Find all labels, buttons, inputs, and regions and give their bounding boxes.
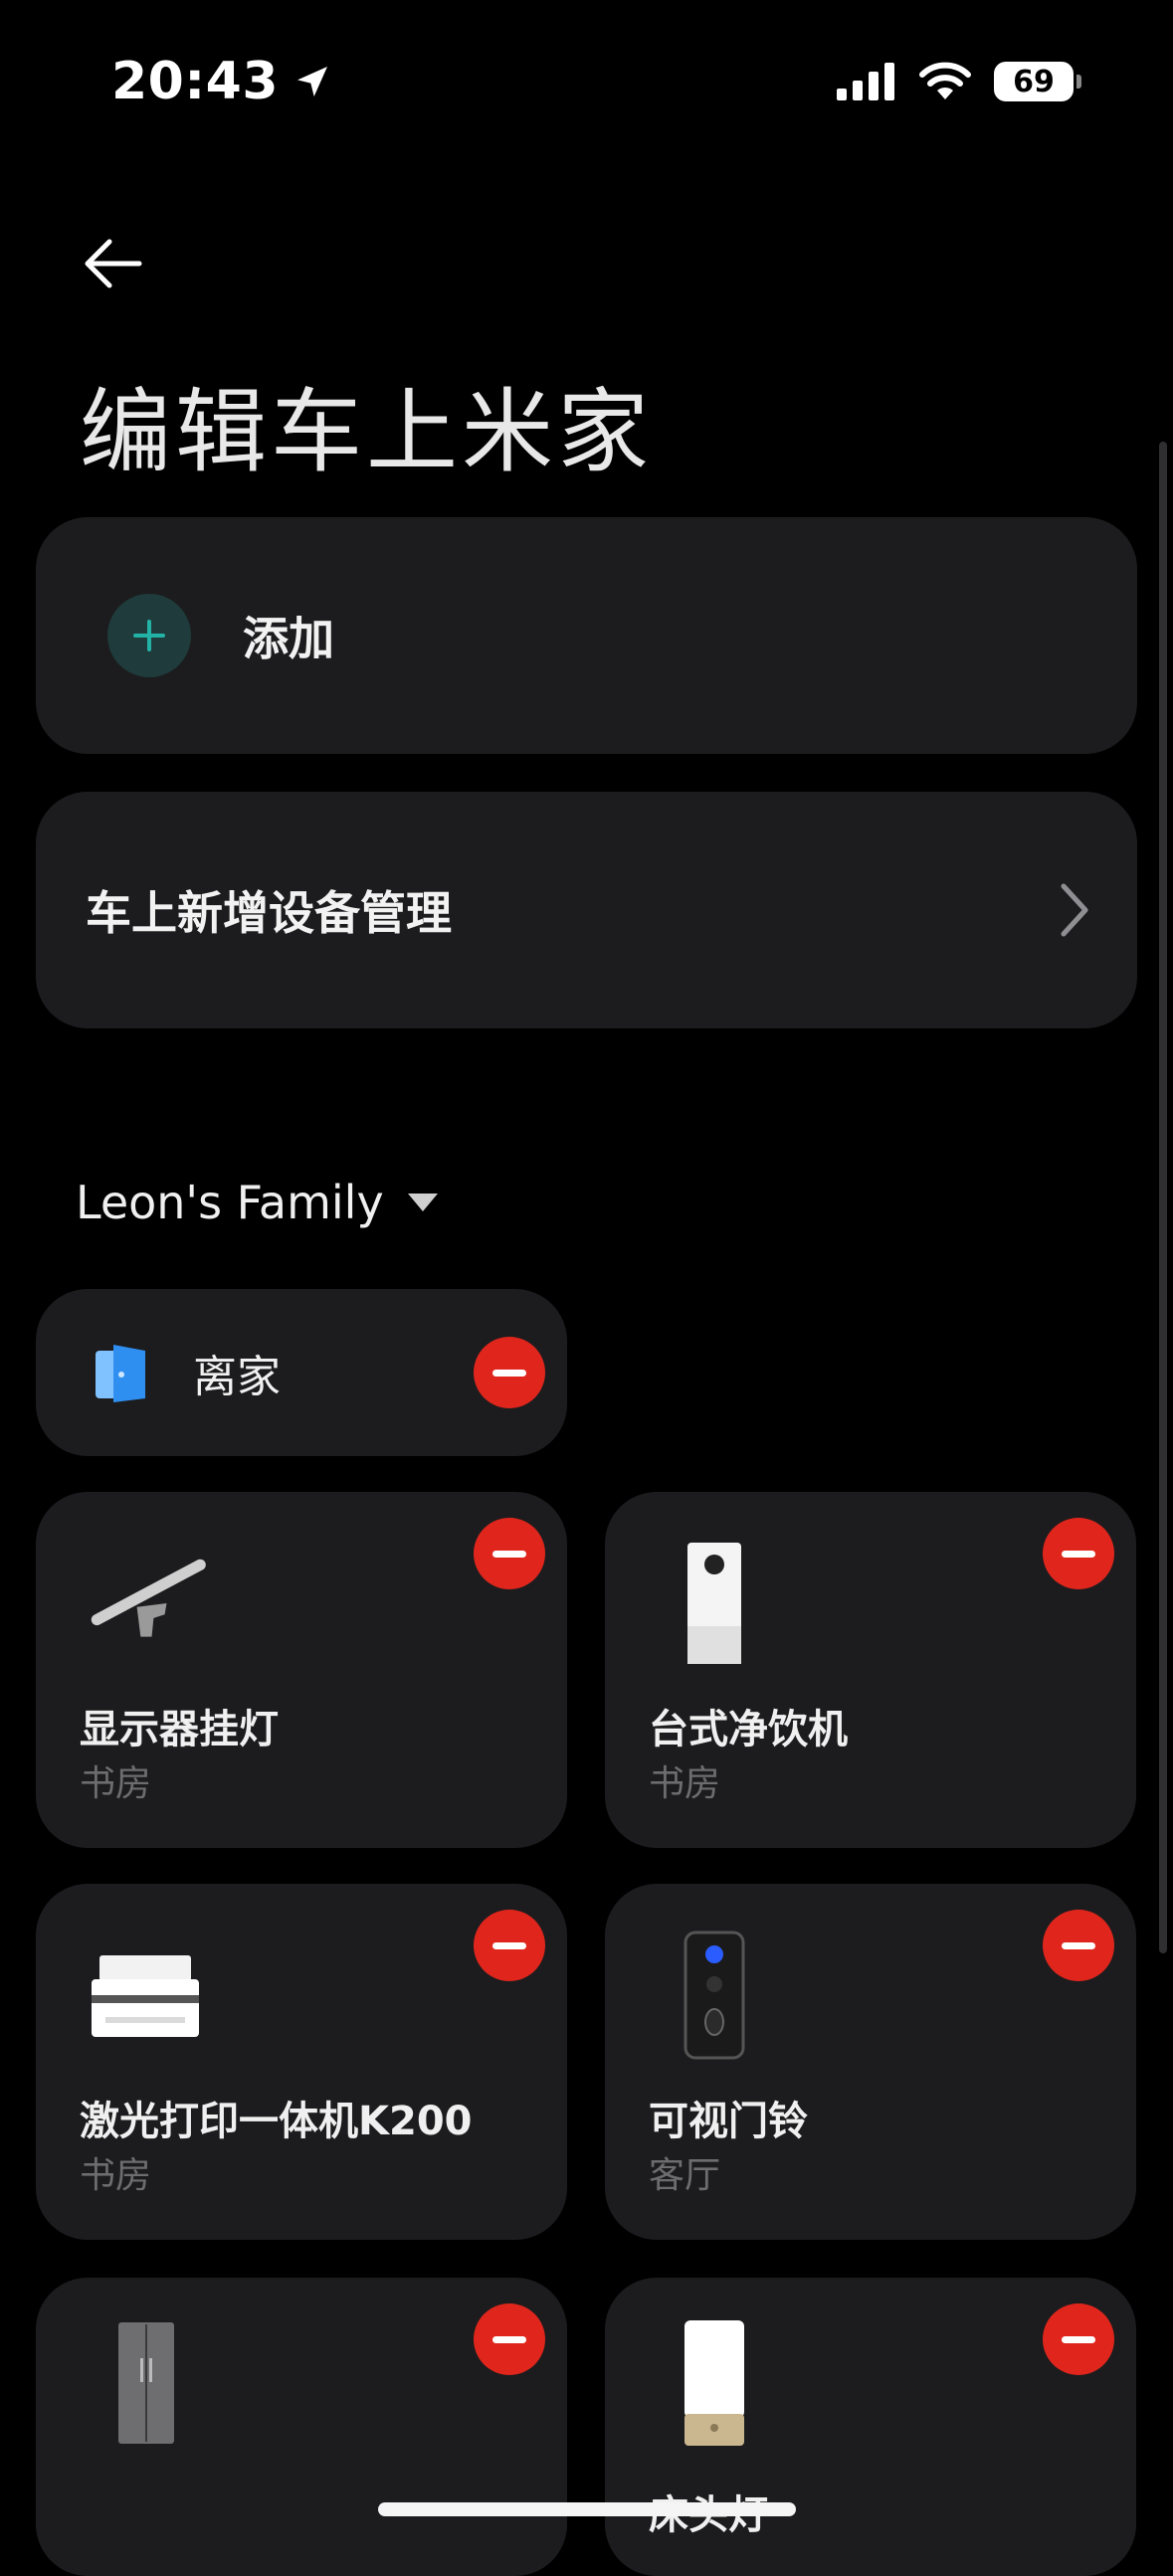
device-card[interactable]: 激光打印一体机K200 书房 (36, 1884, 567, 2240)
add-label: 添加 (243, 612, 334, 665)
minus-icon (1062, 1550, 1095, 1558)
minus-icon (1062, 2335, 1095, 2343)
remove-device-button[interactable] (474, 2303, 545, 2375)
remove-device-button[interactable] (474, 1518, 545, 1589)
scene-card-leave-home[interactable]: 离家 (36, 1289, 567, 1456)
status-bar-right: 69 (837, 62, 1081, 101)
device-card[interactable]: 床头灯 (605, 2278, 1136, 2576)
minus-icon (492, 1369, 526, 1377)
location-arrow-icon (297, 67, 328, 96)
scrollbar[interactable] (1159, 442, 1167, 1953)
doorbell-icon (645, 1926, 784, 2065)
device-room: 书房 (80, 2155, 152, 2196)
remove-device-button[interactable] (1043, 1910, 1114, 1981)
family-name: Leon's Family (76, 1176, 384, 1229)
device-card[interactable]: 可视门铃 客厅 (605, 1884, 1136, 2240)
bedside-lamp-icon (645, 2313, 784, 2453)
device-room: 书房 (80, 1763, 152, 1804)
device-card[interactable] (36, 2278, 567, 2576)
device-room: 客厅 (649, 2155, 721, 2196)
minus-icon (492, 1550, 526, 1558)
monitor-light-icon (76, 1534, 215, 1673)
device-name: 显示器挂灯 (80, 1707, 279, 1752)
device-room: 书房 (649, 1763, 721, 1804)
new-device-management-label: 车上新增设备管理 (86, 886, 452, 940)
device-name: 激光打印一体机K200 (80, 2099, 473, 2144)
refrigerator-icon (76, 2313, 215, 2453)
remove-device-button[interactable] (474, 1910, 545, 1981)
home-indicator[interactable] (378, 2502, 796, 2516)
water-purifier-icon (645, 1534, 784, 1673)
printer-icon (76, 1926, 215, 2065)
device-name: 台式净饮机 (649, 1707, 848, 1752)
add-button[interactable]: 添加 (36, 517, 1137, 754)
remove-device-button[interactable] (1043, 2303, 1114, 2375)
page-title: 编辑车上米家 (80, 379, 654, 485)
cellular-signal-icon (837, 63, 894, 100)
time-text: 20:43 (111, 52, 280, 111)
back-arrow-icon (85, 239, 142, 288)
device-card[interactable]: 显示器挂灯 书房 (36, 1492, 567, 1848)
chevron-right-icon (1061, 883, 1088, 937)
minus-icon (1062, 1941, 1095, 1949)
status-bar-time: 20:43 (111, 52, 332, 111)
battery-indicator: 69 (994, 62, 1081, 101)
device-name: 可视门铃 (649, 2099, 808, 2144)
new-device-management-row[interactable]: 车上新增设备管理 (36, 792, 1137, 1028)
door-scene-icon (96, 1345, 145, 1402)
scene-label: 离家 (193, 1352, 281, 1402)
device-card[interactable]: 台式净饮机 书房 (605, 1492, 1136, 1848)
remove-scene-button[interactable] (474, 1337, 545, 1408)
plus-icon (133, 620, 165, 651)
back-button[interactable] (80, 231, 145, 296)
add-icon-circle (107, 594, 191, 677)
minus-icon (492, 2335, 526, 2343)
family-selector[interactable]: Leon's Family (76, 1176, 440, 1229)
dropdown-triangle-icon (407, 1194, 438, 1211)
wifi-icon (919, 62, 971, 99)
minus-icon (492, 1941, 526, 1949)
remove-device-button[interactable] (1043, 1518, 1114, 1589)
